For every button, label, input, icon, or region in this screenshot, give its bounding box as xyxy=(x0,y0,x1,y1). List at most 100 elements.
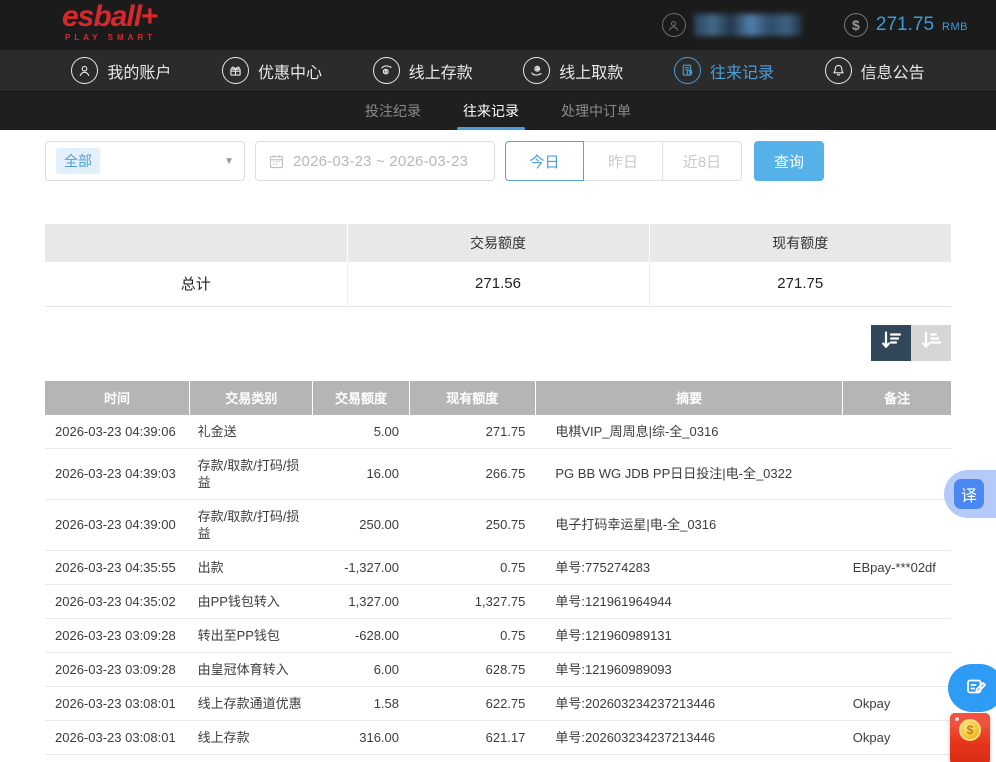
tab-transaction-records[interactable]: 往来记录 xyxy=(449,92,533,130)
user-icon xyxy=(71,57,98,84)
envelope-sparkle xyxy=(955,717,959,721)
summary-header-blank xyxy=(45,224,347,262)
table-row: 2026-03-23 04:35:55 出款 -1,327.00 0.75 单号… xyxy=(45,550,951,584)
main-nav: 我的账户 优惠中心 线上存款 线上取款 往来记录 xyxy=(0,50,996,92)
cell-summary: 单号:121960989131 xyxy=(535,618,842,652)
compose-icon xyxy=(964,674,988,703)
table-row: 2026-03-23 04:39:00 存款/取款/打码/损益 250.00 2… xyxy=(45,499,951,550)
cell-time: 2026-03-23 04:35:55 xyxy=(45,550,190,584)
last8days-button[interactable]: 近8日 xyxy=(663,141,742,181)
cell-time: 2026-03-23 03:08:01 xyxy=(45,686,190,720)
tab-pending-orders[interactable]: 处理中订单 xyxy=(547,92,645,130)
cell-trade-amount: 250.00 xyxy=(313,499,409,550)
cell-balance: 250.75 xyxy=(409,499,535,550)
sort-descending-button[interactable] xyxy=(871,325,911,361)
cell-balance: 628.75 xyxy=(409,652,535,686)
gift-icon xyxy=(222,57,249,84)
table-row: 2026-03-23 04:39:03 存款/取款/打码/损益 16.00 26… xyxy=(45,448,951,499)
brand-name: esball xyxy=(62,0,141,33)
table-row: 2026-03-23 04:39:06 礼金送 5.00 271.75 电棋VI… xyxy=(45,415,951,449)
transactions-table: 时间 交易类别 交易额度 现有额度 摘要 备注 2026-03-23 04:39… xyxy=(45,381,951,755)
cell-trade-amount: 6.00 xyxy=(313,652,409,686)
col-header-type: 交易类别 xyxy=(190,381,313,415)
cell-note xyxy=(843,415,951,449)
date-range-value: 2026-03-23 ~ 2026-03-23 xyxy=(293,153,468,170)
cell-time: 2026-03-23 03:09:28 xyxy=(45,652,190,686)
nav-item-promotions[interactable]: 优惠中心 xyxy=(222,57,322,84)
cell-time: 2026-03-23 04:39:03 xyxy=(45,448,190,499)
sort-ascending-button[interactable] xyxy=(911,325,951,361)
cell-note xyxy=(843,618,951,652)
nav-item-my-account[interactable]: 我的账户 xyxy=(71,57,171,84)
wallet-balance[interactable]: $ 271.75 RMB xyxy=(844,13,968,37)
col-header-time: 时间 xyxy=(45,381,190,415)
calendar-icon xyxy=(268,153,285,170)
cell-trade-amount: 1.58 xyxy=(313,686,409,720)
cell-summary: 单号:121960989093 xyxy=(535,652,842,686)
cell-trade-amount: 1,327.00 xyxy=(313,584,409,618)
translate-widget[interactable]: 译 xyxy=(944,470,996,518)
cell-note xyxy=(843,448,951,499)
cell-time: 2026-03-23 04:39:06 xyxy=(45,415,190,449)
chevron-down-icon: ▼ xyxy=(224,156,234,167)
cell-balance: 271.75 xyxy=(409,415,535,449)
balance-amount: 271.75 xyxy=(876,14,934,36)
type-select[interactable]: 全部 ▼ xyxy=(45,141,245,181)
nav-label: 线上取款 xyxy=(559,59,623,83)
cell-type: 由PP钱包转入 xyxy=(190,584,313,618)
cell-balance: 622.75 xyxy=(409,686,535,720)
cell-note xyxy=(843,652,951,686)
cell-balance: 621.17 xyxy=(409,720,535,754)
page: esball+ PLAY SMART $ 271.75 RMB 我的账户 xyxy=(0,0,996,762)
type-select-value: 全部 xyxy=(56,148,100,174)
cell-note xyxy=(843,499,951,550)
sub-nav: 投注纪录 往来记录 处理中订单 xyxy=(0,92,996,130)
bell-icon xyxy=(825,57,852,84)
table-row: 2026-03-23 03:08:01 线上存款通道优惠 1.58 622.75… xyxy=(45,686,951,720)
col-header-note: 备注 xyxy=(843,381,951,415)
nav-item-online-withdraw[interactable]: 线上取款 xyxy=(523,57,623,84)
deposit-icon xyxy=(373,57,400,84)
date-range-input[interactable]: 2026-03-23 ~ 2026-03-23 xyxy=(255,141,495,181)
brand-logo[interactable]: esball+ PLAY SMART xyxy=(62,2,158,42)
summary-balance: 271.75 xyxy=(649,262,951,306)
cell-type: 转出至PP钱包 xyxy=(190,618,313,652)
nav-label: 线上存款 xyxy=(409,59,473,83)
cell-trade-amount: 16.00 xyxy=(313,448,409,499)
search-button[interactable]: 查询 xyxy=(754,141,824,181)
summary-row: 总计 271.56 271.75 xyxy=(45,262,951,306)
gold-coin-icon: $ xyxy=(959,719,981,741)
filter-bar: 全部 ▼ 2026-03-23 ~ 2026-03-23 今日 昨日 近8日 查… xyxy=(45,141,951,181)
cell-type: 存款/取款/打码/损益 xyxy=(190,499,313,550)
red-envelope-button[interactable]: $ xyxy=(950,713,990,762)
table-row: 2026-03-23 03:08:01 线上存款 316.00 621.17 单… xyxy=(45,720,951,754)
cell-trade-amount: 5.00 xyxy=(313,415,409,449)
summary-header-balance: 现有额度 xyxy=(649,224,951,262)
nav-item-transaction-records[interactable]: 往来记录 xyxy=(674,57,774,84)
yesterday-button[interactable]: 昨日 xyxy=(584,141,663,181)
today-button[interactable]: 今日 xyxy=(505,141,584,181)
withdraw-icon xyxy=(523,57,550,84)
cell-balance: 0.75 xyxy=(409,618,535,652)
avatar-icon xyxy=(662,13,686,37)
cell-summary: PG BB WG JDB PP日日投注|电-全_0322 xyxy=(535,448,842,499)
cell-note xyxy=(843,584,951,618)
nav-label: 信息公告 xyxy=(861,59,925,83)
summary-total-label: 总计 xyxy=(45,262,347,306)
cell-summary: 单号:775274283 xyxy=(535,550,842,584)
cell-summary: 单号:121961964944 xyxy=(535,584,842,618)
nav-item-online-deposit[interactable]: 线上存款 xyxy=(373,57,473,84)
sort-descending-icon xyxy=(879,328,903,357)
cell-type: 由皇冠体育转入 xyxy=(190,652,313,686)
cell-summary: 电棋VIP_周周息|综-全_0316 xyxy=(535,415,842,449)
cell-trade-amount: -1,327.00 xyxy=(313,550,409,584)
user-account[interactable] xyxy=(662,13,802,37)
tab-bet-records[interactable]: 投注纪录 xyxy=(351,92,435,130)
translate-icon: 译 xyxy=(954,479,984,509)
feedback-edit-button[interactable] xyxy=(948,664,996,712)
nav-item-announcements[interactable]: 信息公告 xyxy=(825,57,925,84)
cell-type: 出款 xyxy=(190,550,313,584)
nav-label: 优惠中心 xyxy=(258,59,322,83)
cell-time: 2026-03-23 03:09:28 xyxy=(45,618,190,652)
col-header-trade-amount: 交易额度 xyxy=(313,381,409,415)
